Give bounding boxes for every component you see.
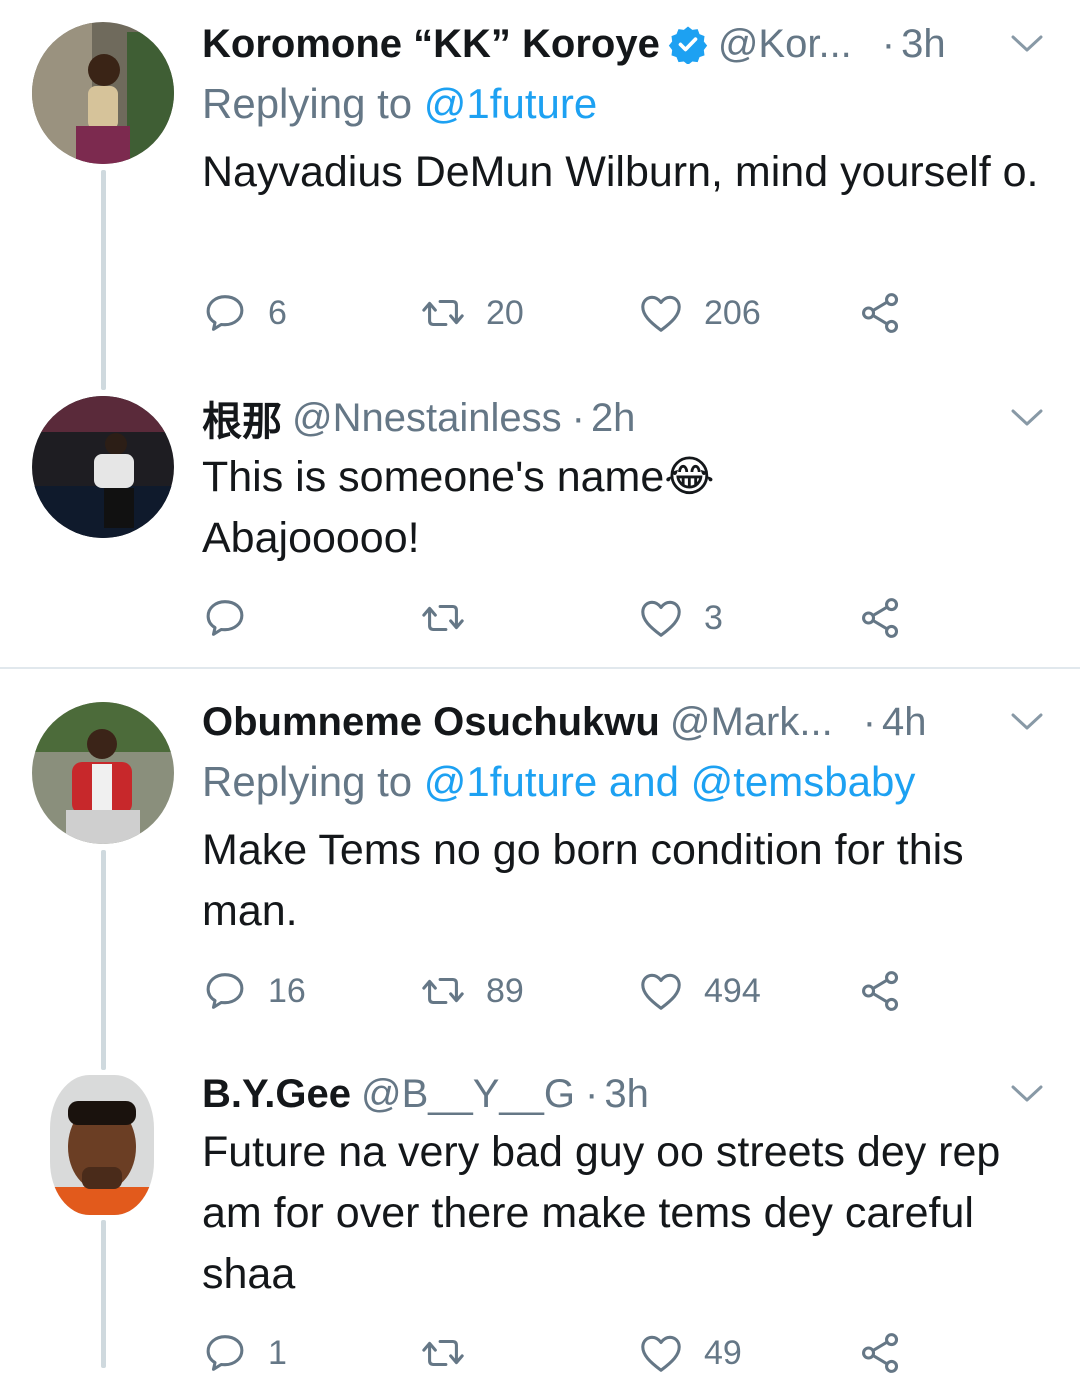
share-icon — [858, 1330, 904, 1376]
action-bar: 3 — [202, 593, 922, 643]
tweet-header: B.Y.Gee @B__Y__G · 3h — [202, 1068, 1044, 1120]
caret-down-icon[interactable] — [1010, 1084, 1044, 1104]
handle[interactable]: @Kor... — [718, 22, 852, 67]
like-icon — [638, 595, 684, 641]
reply-count: 6 — [268, 293, 287, 332]
like-count: 206 — [704, 293, 761, 332]
mention-link[interactable]: @1future and @temsbaby — [424, 758, 916, 805]
handle[interactable]: @Mark... — [670, 700, 833, 745]
tweet-text: This is someone's name😂 Abajooooo! — [202, 447, 1040, 569]
caret-down-icon[interactable] — [1010, 34, 1044, 54]
action-bar: 1 49 — [202, 1328, 922, 1378]
thread-line — [101, 170, 106, 390]
replying-to-label: Replying to — [202, 80, 413, 127]
thread-divider — [0, 667, 1080, 669]
like-icon — [638, 968, 684, 1014]
handle[interactable]: @Nnestainless — [292, 396, 562, 441]
share-button[interactable] — [858, 966, 904, 1016]
retweet-icon — [420, 1330, 466, 1376]
retweet-count: 89 — [486, 971, 524, 1010]
thread-line — [101, 1220, 106, 1368]
like-count: 494 — [704, 971, 761, 1010]
separator-dot: · — [571, 395, 585, 440]
avatar[interactable] — [32, 702, 174, 844]
retweet-icon — [420, 595, 466, 641]
display-name[interactable]: 根那 — [202, 389, 282, 447]
like-button[interactable]: 3 — [638, 593, 723, 643]
thread-line — [101, 850, 106, 1070]
tweet-header: Koromone “KK” Koroye @Kor... · 3h — [202, 18, 1044, 70]
reply-icon — [202, 595, 248, 641]
avatar[interactable] — [50, 1075, 154, 1215]
retweet-count: 20 — [486, 293, 524, 332]
replying-to: Replying to @1future and @temsbaby — [202, 758, 915, 806]
reply-button[interactable]: 6 — [202, 288, 287, 338]
retweet-button[interactable]: 20 — [420, 288, 524, 338]
tweet-text-line: Abajooooo! — [202, 514, 420, 562]
caret-down-icon[interactable] — [1010, 712, 1044, 732]
reply-count: 16 — [268, 971, 306, 1010]
verified-badge-icon — [668, 26, 707, 64]
timestamp[interactable]: 2h — [591, 396, 636, 441]
retweet-icon — [420, 968, 466, 1014]
tweet-text: Make Tems no go born condition for this … — [202, 826, 964, 935]
share-button[interactable] — [858, 593, 904, 643]
like-icon — [638, 290, 684, 336]
retweet-button[interactable] — [420, 1328, 486, 1378]
timestamp[interactable]: 3h — [604, 1072, 649, 1117]
replying-to: Replying to @1future — [202, 80, 597, 128]
tweet-text: Nayvadius DeMun Wilburn, mind yourself o… — [202, 148, 1039, 196]
reply-icon — [202, 290, 248, 336]
like-button[interactable]: 206 — [638, 288, 761, 338]
retweet-button[interactable] — [420, 593, 486, 643]
reply-button[interactable] — [202, 593, 268, 643]
display-name[interactable]: B.Y.Gee — [202, 1072, 351, 1117]
like-button[interactable]: 494 — [638, 966, 761, 1016]
tweet-header: 根那 @Nnestainless · 2h — [202, 389, 1044, 447]
tweet-text: Future na very bad guy oo streets dey re… — [202, 1128, 1001, 1298]
action-bar: 16 89 494 — [202, 966, 922, 1016]
like-count: 49 — [704, 1333, 742, 1372]
share-button[interactable] — [858, 1328, 904, 1378]
tweet-header: Obumneme Osuchukwu @Mark... · 4h — [202, 696, 1044, 748]
reply-button[interactable]: 1 — [202, 1328, 287, 1378]
separator-dot: · — [862, 699, 877, 744]
display-name[interactable]: Koromone “KK” Koroye — [202, 22, 660, 67]
share-icon — [858, 595, 904, 641]
like-count: 3 — [704, 598, 723, 637]
replying-to-label: Replying to — [202, 758, 413, 805]
reply-button[interactable]: 16 — [202, 966, 306, 1016]
handle[interactable]: @B__Y__G — [361, 1072, 575, 1117]
mention-link[interactable]: @1future — [424, 80, 597, 127]
reply-icon — [202, 1330, 248, 1376]
share-icon — [858, 290, 904, 336]
avatar[interactable] — [32, 22, 174, 164]
tweet-text-line: This is someone's name — [202, 453, 665, 501]
separator-dot: · — [881, 21, 896, 66]
display-name[interactable]: Obumneme Osuchukwu — [202, 700, 660, 745]
reply-count: 1 — [268, 1333, 287, 1372]
share-button[interactable] — [858, 288, 904, 338]
share-icon — [858, 968, 904, 1014]
reply-icon — [202, 968, 248, 1014]
retweet-button[interactable]: 89 — [420, 966, 524, 1016]
like-button[interactable]: 49 — [638, 1328, 742, 1378]
like-icon — [638, 1330, 684, 1376]
avatar[interactable] — [32, 396, 174, 538]
retweet-icon — [420, 290, 466, 336]
action-bar: 6 20 206 — [202, 288, 922, 338]
separator-dot: · — [585, 1071, 599, 1116]
caret-down-icon[interactable] — [1010, 408, 1044, 428]
timestamp[interactable]: 4h — [882, 700, 927, 745]
timestamp[interactable]: 3h — [901, 22, 946, 67]
laughing-emoji: 😂 — [664, 453, 715, 501]
